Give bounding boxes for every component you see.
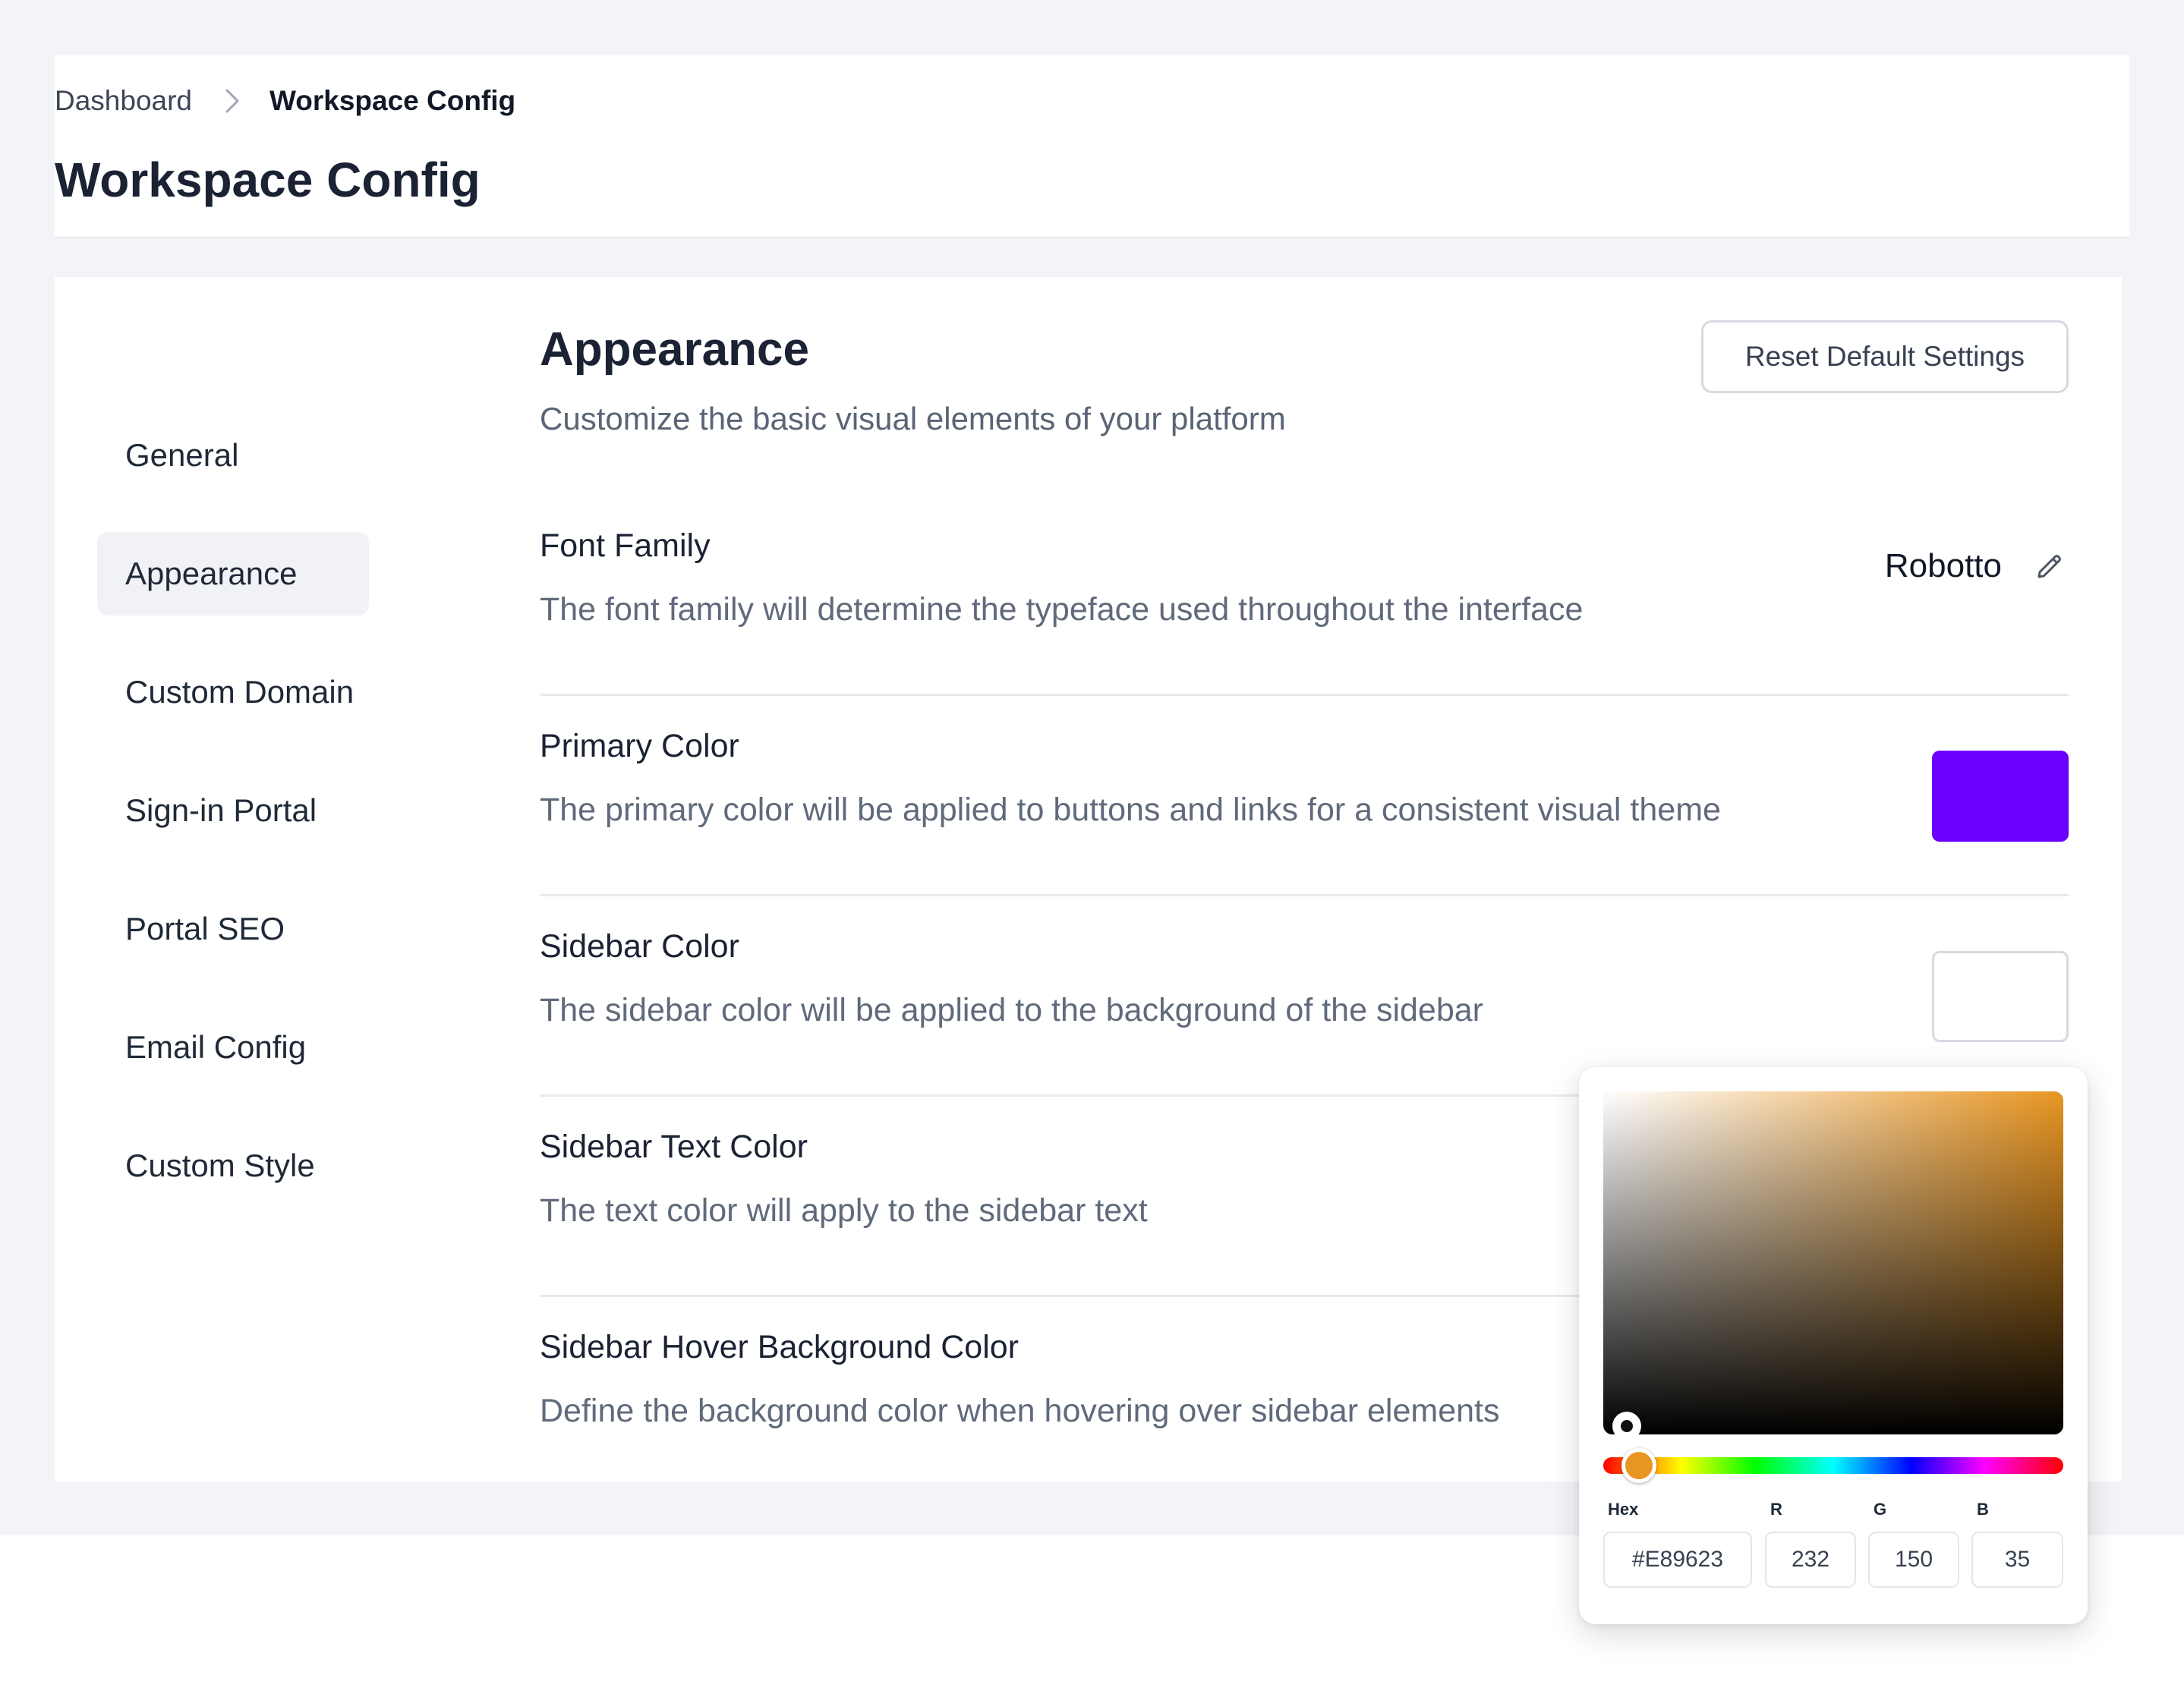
primary-color-swatch[interactable] bbox=[1932, 751, 2069, 842]
sidebar-item-custom-style[interactable]: Custom Style bbox=[97, 1124, 369, 1208]
sidebar-color-swatch[interactable] bbox=[1932, 951, 2069, 1042]
breadcrumb-dashboard-link[interactable]: Dashboard bbox=[55, 85, 192, 117]
reset-default-settings-button[interactable]: Reset Default Settings bbox=[1701, 320, 2069, 393]
saturation-handle[interactable] bbox=[1612, 1412, 1641, 1434]
section-subtitle: Customize the basic visual elements of y… bbox=[540, 401, 1286, 436]
breadcrumb: Dashboard Workspace Config bbox=[55, 85, 515, 117]
setting-description: The sidebar color will be applied to the… bbox=[540, 992, 1483, 1028]
page-title: Workspace Config bbox=[55, 153, 481, 207]
sidebar-item-portal-seo[interactable]: Portal SEO bbox=[97, 887, 369, 971]
setting-description: The text color will apply to the sidebar… bbox=[540, 1192, 1148, 1229]
value-black-layer bbox=[1603, 1091, 2063, 1434]
green-input[interactable]: 150 bbox=[1868, 1532, 1959, 1588]
saturation-handle-dot bbox=[1621, 1420, 1633, 1432]
setting-label: Font Family bbox=[540, 527, 711, 564]
sidebar-item-label: Custom Domain bbox=[125, 674, 355, 710]
sidebar-item-label: Appearance bbox=[125, 556, 298, 591]
hex-label: Hex bbox=[1608, 1500, 1639, 1519]
section-title: Appearance bbox=[540, 323, 809, 376]
chevron-right-icon bbox=[224, 88, 241, 114]
pencil-icon[interactable] bbox=[2031, 547, 2069, 585]
setting-row-font-family: Font Family The font family will determi… bbox=[540, 496, 2069, 696]
sidebar-item-appearance[interactable]: Appearance bbox=[97, 532, 369, 616]
blue-label: B bbox=[1977, 1500, 1989, 1519]
red-input[interactable]: 232 bbox=[1765, 1532, 1856, 1588]
setting-label: Sidebar Color bbox=[540, 928, 739, 965]
breadcrumb-current: Workspace Config bbox=[269, 85, 516, 116]
hue-slider[interactable] bbox=[1603, 1457, 2063, 1474]
hex-input[interactable]: #E89623 bbox=[1603, 1532, 1752, 1588]
sidebar-item-custom-domain[interactable]: Custom Domain bbox=[97, 650, 369, 734]
setting-label: Sidebar Hover Background Color bbox=[540, 1329, 1019, 1365]
sidebar-item-label: Email Config bbox=[125, 1029, 307, 1065]
setting-description: The primary color will be applied to but… bbox=[540, 792, 1721, 828]
saturation-value-area[interactable] bbox=[1603, 1091, 2063, 1434]
font-family-value: Robotto bbox=[1884, 547, 2002, 584]
sidebar-item-label: Portal SEO bbox=[125, 911, 285, 946]
sidebar-item-label: Sign-in Portal bbox=[125, 792, 317, 828]
setting-label: Sidebar Text Color bbox=[540, 1129, 808, 1165]
sidebar-item-sign-in-portal[interactable]: Sign-in Portal bbox=[97, 769, 369, 852]
red-label: R bbox=[1770, 1500, 1782, 1519]
sidebar-item-email-config[interactable]: Email Config bbox=[97, 1006, 369, 1089]
page-header bbox=[55, 55, 2129, 238]
setting-description: Define the background color when hoverin… bbox=[540, 1393, 1500, 1429]
setting-row-primary-color: Primary Color The primary color will be … bbox=[540, 696, 2069, 896]
setting-description: The font family will determine the typef… bbox=[540, 591, 1584, 628]
sidebar-item-label: General bbox=[125, 437, 239, 473]
hue-slider-handle[interactable] bbox=[1621, 1448, 1656, 1483]
color-picker-popover: Hex R G B #E89623 232 150 35 bbox=[1579, 1067, 2088, 1624]
blue-input[interactable]: 35 bbox=[1971, 1532, 2063, 1588]
setting-label: Primary Color bbox=[540, 728, 739, 764]
sidebar-item-general[interactable]: General bbox=[97, 414, 369, 497]
green-label: G bbox=[1874, 1500, 1887, 1519]
sidebar-item-label: Custom Style bbox=[125, 1148, 315, 1183]
